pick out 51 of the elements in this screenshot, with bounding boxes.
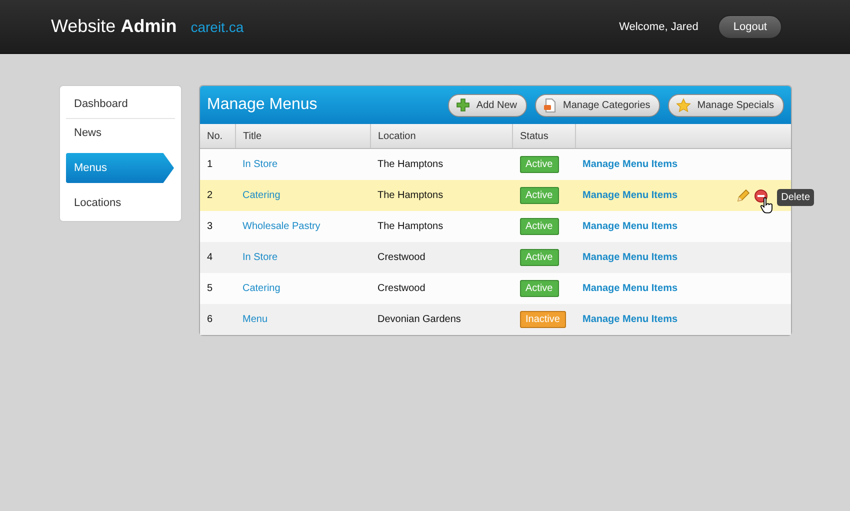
- row-number: 1: [207, 159, 213, 170]
- title-link[interactable]: Wholesale Pastry: [242, 221, 320, 232]
- manage-items-link[interactable]: Manage Menu Items: [582, 252, 678, 263]
- delete-icon[interactable]: [754, 188, 768, 202]
- sidebar-item[interactable]: Dashboard: [66, 90, 175, 118]
- row-number: 5: [207, 283, 213, 294]
- status-badge: Active: [520, 156, 559, 173]
- status-badge: Active: [520, 187, 559, 204]
- column-header: No.: [200, 124, 236, 148]
- title-link[interactable]: Menu: [242, 314, 268, 325]
- sidebar-item[interactable]: Locations: [66, 189, 175, 217]
- location-text: The Hamptons: [378, 190, 444, 201]
- status-badge: Active: [520, 280, 559, 297]
- manage-items-link[interactable]: Manage Menu Items: [582, 283, 678, 294]
- title-link[interactable]: In Store: [242, 252, 278, 263]
- sidebar-item[interactable]: Menus: [66, 153, 174, 183]
- plus-icon: [456, 98, 470, 112]
- manage-items-link[interactable]: Manage Menu Items: [582, 221, 678, 232]
- star-icon: [676, 98, 692, 112]
- location-text: Crestwood: [378, 252, 426, 263]
- location-text: The Hamptons: [378, 159, 444, 170]
- location-text: Crestwood: [378, 283, 426, 294]
- manage-items-link[interactable]: Manage Menu Items: [582, 159, 678, 170]
- sidebar-item[interactable]: News: [66, 119, 175, 147]
- row-number: 4: [207, 252, 213, 263]
- welcome-text: Welcome, Jared: [619, 20, 698, 32]
- document-icon: [543, 98, 557, 112]
- toolbar-button[interactable]: Manage Categories: [535, 94, 660, 116]
- delete-tooltip: Delete: [777, 189, 814, 206]
- location-text: Devonian Gardens: [378, 314, 461, 325]
- row-number: 2: [207, 190, 213, 201]
- row-number: 3: [207, 221, 213, 232]
- site-title: Website Admin: [51, 16, 177, 37]
- add-button[interactable]: Add New: [448, 94, 527, 116]
- manage-items-link[interactable]: Manage Menu Items: [582, 190, 678, 201]
- status-badge: Active: [520, 218, 559, 235]
- manage-items-link[interactable]: Manage Menu Items: [582, 314, 678, 325]
- column-header: Location: [370, 124, 512, 148]
- column-header: Title: [236, 124, 370, 148]
- toolbar-button[interactable]: Manage Specials: [668, 94, 784, 116]
- title-link[interactable]: In Store: [242, 159, 278, 170]
- location-text: The Hamptons: [378, 221, 444, 232]
- site-link[interactable]: careit.ca: [190, 19, 244, 35]
- status-badge: Inactive: [520, 311, 566, 328]
- column-header: Status: [512, 124, 576, 148]
- title-link[interactable]: Catering: [242, 283, 280, 294]
- title-link[interactable]: Catering: [242, 190, 280, 201]
- status-badge: Active: [520, 249, 559, 266]
- panel-title: Manage Menus: [207, 96, 318, 114]
- logout-button[interactable]: Logout: [718, 14, 782, 38]
- row-number: 6: [207, 314, 213, 325]
